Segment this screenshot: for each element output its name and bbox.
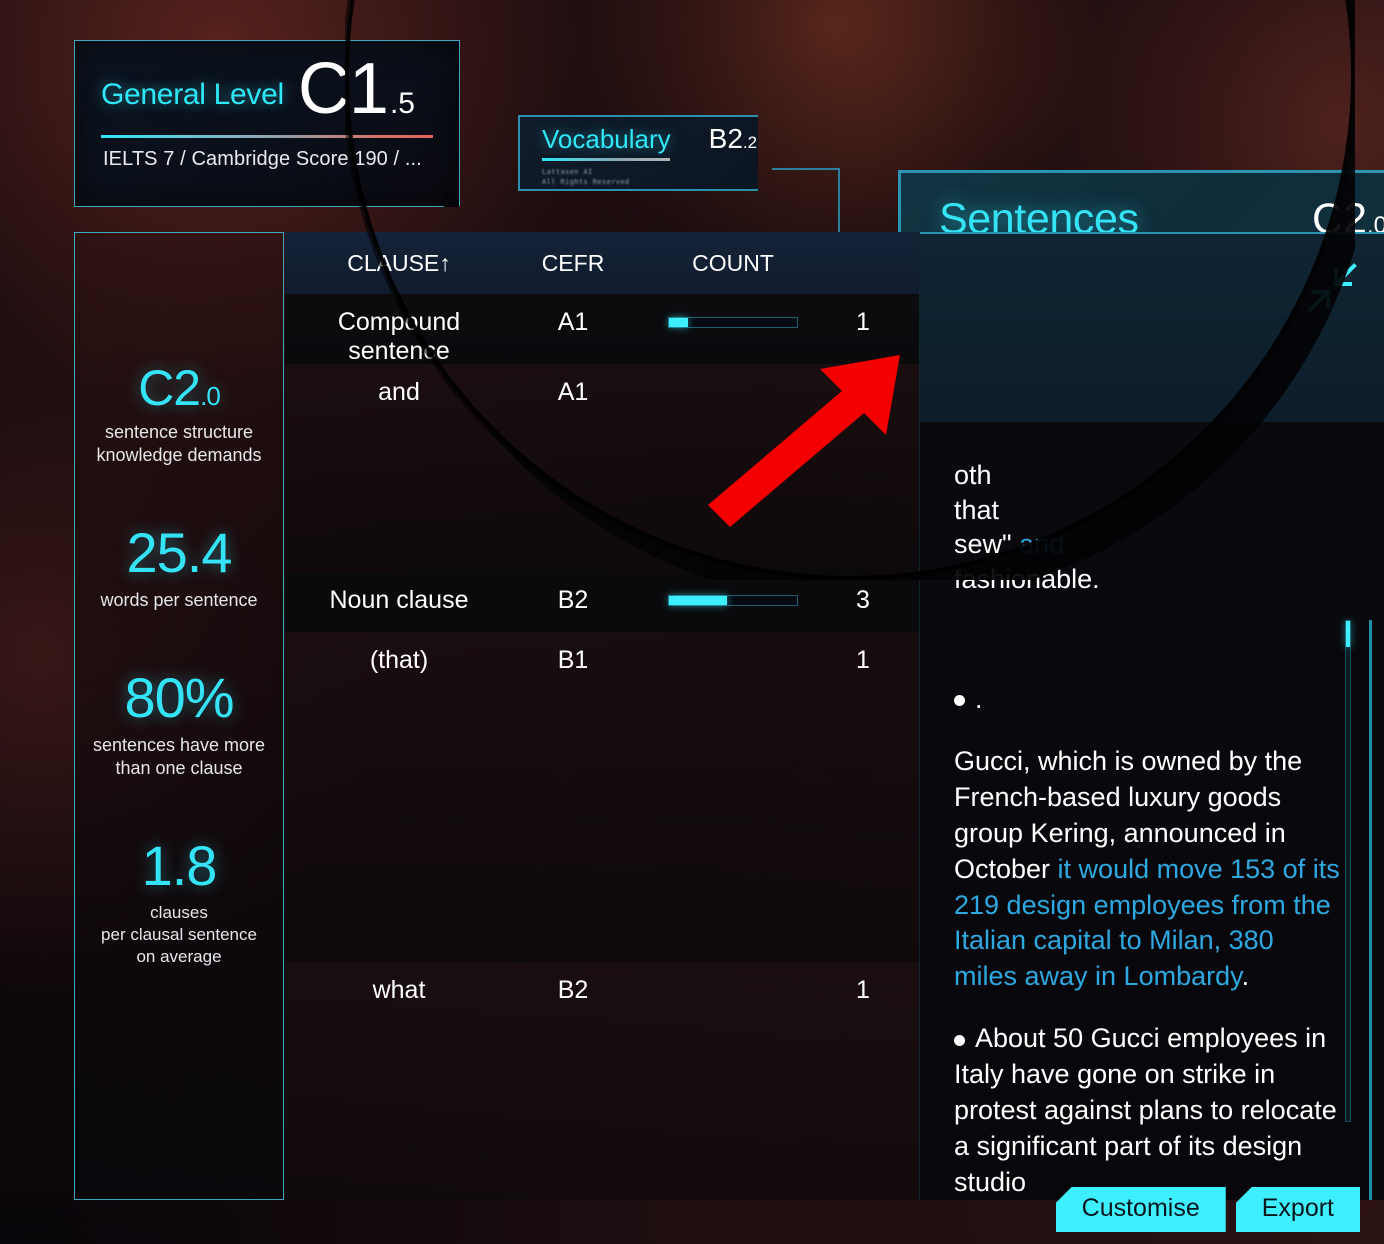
stat-label-line2: than one clause xyxy=(115,758,243,779)
fragment-line3-plain: sew" xyxy=(954,529,1012,560)
stat-value-decimal: .0 xyxy=(200,381,221,411)
stat-multi-clause-percentage: 80% sentences have more than one clause xyxy=(75,670,283,780)
vocabulary-score-value: B2 xyxy=(708,123,743,154)
cell-clause: Compound sentence xyxy=(285,294,513,366)
vocabulary-copyright-line1: Lattasen AI xyxy=(542,168,593,176)
bullet-item-one: . xyxy=(954,682,1342,718)
stat-label: sentence structure knowledge demands xyxy=(75,421,283,467)
fragment-line4: fashionable. xyxy=(954,563,1100,594)
cell-clause: what xyxy=(372,976,426,1004)
stat-label: clauses per clausal sentence on average xyxy=(75,902,283,967)
general-level-score-value: C1 xyxy=(297,49,389,129)
vocabulary-panel[interactable]: Vocabulary B2 .2 Lattasen AI All Rights … xyxy=(518,115,758,191)
main-content-card: C2.0 sentence structure knowledge demand… xyxy=(74,232,1384,1200)
cell-cefr: A1 xyxy=(557,308,589,336)
vocabulary-title: Vocabulary xyxy=(542,124,671,154)
cell-count-value: 3 xyxy=(856,586,870,614)
cell-count-value: 1 xyxy=(856,976,870,1004)
vocabulary-header: Vocabulary B2 .2 xyxy=(520,117,758,155)
stat-clauses-per-sentence: 1.8 clauses per clausal sentence on aver… xyxy=(75,838,283,967)
cell-cefr: A1 xyxy=(557,378,589,406)
general-level-score-decimal: .5 xyxy=(389,87,415,120)
stat-value: 80% xyxy=(124,666,234,730)
general-level-panel: General Level C1 .5 IELTS 7 / Cambridge … xyxy=(74,40,460,207)
fragment-line3-highlight: and xyxy=(1019,529,1065,560)
cell-clause: (that) xyxy=(369,646,429,674)
action-button-bar: Customise Export xyxy=(1055,1187,1360,1232)
vocabulary-copyright: Lattasen AI All Rights Reserved xyxy=(542,167,758,187)
stats-sidebar: C2.0 sentence structure knowledge demand… xyxy=(74,232,284,1200)
fragment-line2: that xyxy=(954,494,1000,525)
bullet-item-two: About 50 Gucci employees in Italy have g… xyxy=(954,1021,1342,1201)
cell-clause-line2: sentence xyxy=(348,337,450,365)
fragment-line1: oth xyxy=(954,460,992,490)
stat-label-line2: per clausal sentence xyxy=(101,924,257,944)
cell-count-bar xyxy=(633,364,833,387)
export-button[interactable]: Export xyxy=(1235,1187,1360,1232)
cell-count-bar xyxy=(633,632,833,655)
count-bar-fill xyxy=(669,596,727,605)
stat-value: 25.4 xyxy=(126,521,233,585)
cell-count-bar xyxy=(633,294,833,328)
detail-text-panel: oth that sew" and fashionable. . Gucci, … xyxy=(919,232,1384,1200)
stat-label-line1: sentence structure xyxy=(104,422,254,442)
cell-count-bar xyxy=(633,572,833,606)
fragment-line3: sew" and xyxy=(954,527,1284,562)
general-level-score: C1 .5 xyxy=(297,49,415,129)
stat-words-per-sentence: 25.4 words per sentence xyxy=(75,525,283,612)
count-bar xyxy=(668,595,798,606)
column-header-cefr[interactable]: CEFR xyxy=(513,250,633,277)
general-level-title: General Level xyxy=(101,78,284,111)
cell-clause: Noun clause xyxy=(329,586,469,614)
cell-clause-line1: Compound xyxy=(337,308,461,336)
column-header-clause[interactable]: CLAUSE↑ xyxy=(285,250,513,277)
detail-scrollbar-thumb[interactable] xyxy=(1346,621,1350,647)
stat-label-line1: words per sentence xyxy=(100,590,258,611)
stat-value: C2.0 xyxy=(75,363,283,413)
general-level-subtitle: IELTS 7 / Cambridge Score 190 / ... xyxy=(103,148,422,170)
stat-label-line2: knowledge demands xyxy=(96,445,262,466)
vocabulary-score-decimal: .2 xyxy=(742,133,758,152)
vocabulary-gradient-rule xyxy=(542,158,670,161)
cell-count-value: 1 xyxy=(856,308,870,336)
stat-sentence-structure: C2.0 sentence structure knowledge demand… xyxy=(75,363,283,467)
count-bar xyxy=(668,317,798,328)
stat-label: words per sentence xyxy=(75,589,283,612)
cell-cefr: B2 xyxy=(557,586,589,614)
count-bar-fill xyxy=(669,318,689,327)
bullet-dot-icon xyxy=(954,1034,965,1046)
bullet-dot-icon xyxy=(954,695,965,707)
stat-label-line3: on average xyxy=(136,946,222,966)
vocabulary-copyright-line2: All Rights Reserved xyxy=(542,178,630,187)
detail-body-text: . Gucci, which is owned by the French-ba… xyxy=(954,682,1342,1227)
cell-count-bar xyxy=(633,962,833,985)
paragraph-one-tail: . xyxy=(1241,961,1250,992)
detail-scrollbar-track[interactable] xyxy=(1345,620,1351,1122)
bullet-one-text: . xyxy=(975,684,983,714)
detail-panel-edge-accent xyxy=(1369,620,1372,1200)
paragraph-one: Gucci, which is owned by the French-base… xyxy=(954,744,1342,995)
cell-count-value: 1 xyxy=(856,646,870,674)
cell-clause: and xyxy=(378,378,420,406)
customise-button[interactable]: Customise xyxy=(1055,1187,1226,1232)
stat-value: 1.8 xyxy=(141,834,218,898)
detail-fragment-text: oth that sew" and fashionable. xyxy=(954,458,1284,596)
collapse-arrows-icon[interactable] xyxy=(1304,260,1360,316)
general-level-header: General Level C1 .5 xyxy=(75,41,459,129)
cell-count-value: 1 xyxy=(856,378,870,406)
app-root: General Level C1 .5 IELTS 7 / Cambridge … xyxy=(0,0,1384,1244)
cell-cefr: B2 xyxy=(557,976,589,1004)
paragraph-two: About 50 Gucci employees in Italy have g… xyxy=(954,1023,1337,1197)
cell-cefr: B1 xyxy=(557,646,589,674)
panel-corner-notch xyxy=(444,191,460,207)
stat-label-line1: sentences have more xyxy=(92,735,266,756)
vocabulary-score: B2 .2 xyxy=(709,123,757,155)
stat-label: sentences have more than one clause xyxy=(75,734,283,780)
stat-label-line1: clauses xyxy=(150,903,208,923)
stat-value-main: C2 xyxy=(138,360,201,416)
column-header-count[interactable]: COUNT xyxy=(633,250,833,277)
collapse-arrows-svg xyxy=(1307,263,1357,313)
